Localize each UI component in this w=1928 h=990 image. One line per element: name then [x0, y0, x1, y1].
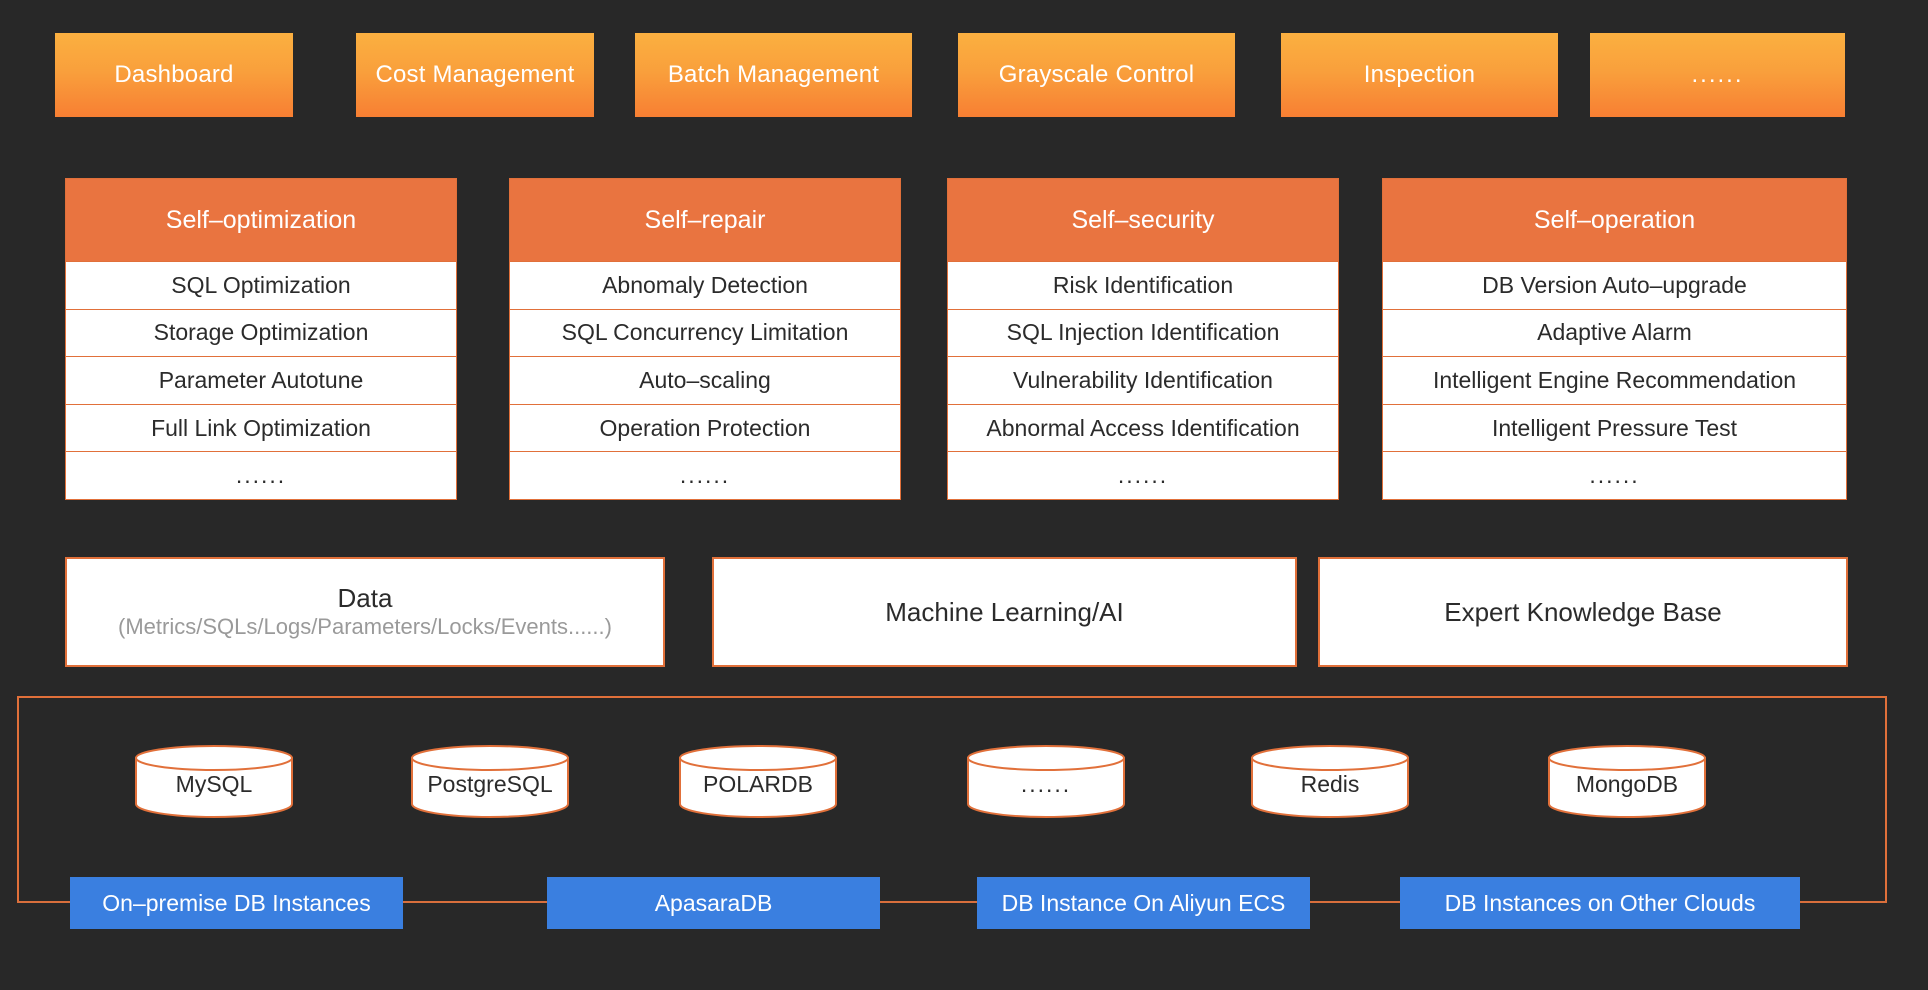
capability-card-item[interactable]: DB Version Auto–upgrade	[1383, 261, 1846, 309]
top-tile-label: Grayscale Control	[998, 61, 1195, 88]
capability-card-item[interactable]: ......	[1383, 451, 1846, 499]
foundation-box-title: Machine Learning/AI	[885, 596, 1124, 627]
capability-card-item[interactable]: Parameter Autotune	[66, 356, 456, 404]
database-cylinder-label: MongoDB	[1575, 771, 1679, 797]
top-tile-1[interactable]: Dashboard	[55, 33, 293, 117]
foundation-box-3: Expert Knowledge Base	[1318, 557, 1848, 667]
top-tile-label: Dashboard	[114, 61, 234, 88]
deployment-chip-3[interactable]: DB Instance On Aliyun ECS	[977, 877, 1310, 929]
capability-card-item[interactable]: Operation Protection	[510, 403, 900, 452]
capability-card-item[interactable]: ......	[66, 451, 456, 499]
foundation-box-title: Expert Knowledge Base	[1444, 596, 1722, 627]
capability-card-2: Self–repair Abnomaly Detection SQL Concurr…	[509, 178, 901, 500]
capability-card-item[interactable]: SQL Concurrency Limitation	[510, 308, 900, 357]
top-tile-label: Inspection	[1363, 61, 1476, 88]
database-cylinder-1[interactable]: MySQL	[134, 745, 294, 818]
database-cylinder-4[interactable]: ......	[966, 745, 1126, 818]
capability-card-item[interactable]: Abnormal Access Identification	[948, 403, 1338, 452]
capability-card-item[interactable]: Storage Optimization	[66, 308, 456, 357]
deployment-chip-label: DB Instance On Aliyun ECS	[1001, 889, 1286, 916]
database-cylinder-6[interactable]: MongoDB	[1547, 745, 1707, 818]
deployment-chip-4[interactable]: DB Instances on Other Clouds	[1400, 877, 1800, 929]
capability-card-1: Self–optimization SQL Optimization Storage…	[65, 178, 457, 500]
foundation-box-1: Data (Metrics/SQLs/Logs/Parameters/Locks/…	[65, 557, 665, 667]
foundation-box-subtitle: (Metrics/SQLs/Logs/Parameters/Locks/Even…	[118, 614, 612, 640]
capability-card-item[interactable]: Auto–scaling	[510, 356, 900, 404]
diagram-canvas: Dashboard Cost Management Batch Management…	[0, 0, 1928, 990]
database-cylinder-2[interactable]: PostgreSQL	[410, 745, 570, 818]
capability-card-item[interactable]: SQL Optimization	[66, 261, 456, 309]
deployment-chip-1[interactable]: On–premise DB Instances	[70, 877, 403, 929]
top-tile-4[interactable]: Grayscale Control	[958, 33, 1235, 117]
top-tile-6[interactable]: ......	[1590, 33, 1845, 117]
database-cylinder-label: POLARDB	[703, 771, 813, 797]
capability-card-title: Self–operation	[1383, 179, 1846, 261]
top-tile-label: ......	[1691, 61, 1744, 88]
capability-card-item[interactable]: Adaptive Alarm	[1383, 308, 1846, 357]
capability-card-item[interactable]: SQL Injection Identification	[948, 308, 1338, 357]
foundation-box-title: Data	[337, 583, 393, 614]
database-cylinder-label: Redis	[1300, 771, 1360, 797]
top-tile-row: Dashboard Cost Management Batch Management…	[0, 33, 1928, 117]
top-tile-label: Batch Management	[667, 61, 880, 88]
capability-card-3: Self–security Risk Identification SQL Inje…	[947, 178, 1339, 500]
deployment-chip-label: On–premise DB Instances	[102, 889, 371, 916]
capability-card-title: Self–optimization	[66, 179, 456, 261]
top-tile-label: Cost Management	[375, 61, 575, 88]
capability-card-item[interactable]: Risk Identification	[948, 261, 1338, 309]
capability-card-4: Self–operation DB Version Auto–upgrade Ada…	[1382, 178, 1847, 500]
top-tile-2[interactable]: Cost Management	[356, 33, 594, 117]
deployment-chip-label: ApasaraDB	[654, 889, 773, 916]
foundation-box-2: Machine Learning/AI	[712, 557, 1297, 667]
top-tile-5[interactable]: Inspection	[1281, 33, 1558, 117]
database-cylinder-label: PostgreSQL	[427, 771, 553, 797]
capability-card-title: Self–security	[948, 179, 1338, 261]
database-cylinder-label: MySQL	[175, 771, 253, 797]
database-cylinder-5[interactable]: Redis	[1250, 745, 1410, 818]
deployment-chip-label: DB Instances on Other Clouds	[1444, 889, 1756, 916]
capability-card-title: Self–repair	[510, 179, 900, 261]
capability-card-item[interactable]: Intelligent Engine Recommendation	[1383, 356, 1846, 404]
deployment-chip-2[interactable]: ApasaraDB	[547, 877, 880, 929]
capability-card-item[interactable]: ......	[510, 451, 900, 499]
capability-card-item[interactable]: Abnomaly Detection	[510, 261, 900, 309]
capability-card-item[interactable]: Intelligent Pressure Test	[1383, 403, 1846, 452]
database-cylinder-label: ......	[1020, 771, 1072, 797]
database-cylinder-3[interactable]: POLARDB	[678, 745, 838, 818]
capability-card-item[interactable]: Full Link Optimization	[66, 403, 456, 452]
top-tile-3[interactable]: Batch Management	[635, 33, 912, 117]
capability-card-item[interactable]: Vulnerability Identification	[948, 356, 1338, 404]
capability-card-item[interactable]: ......	[948, 451, 1338, 499]
